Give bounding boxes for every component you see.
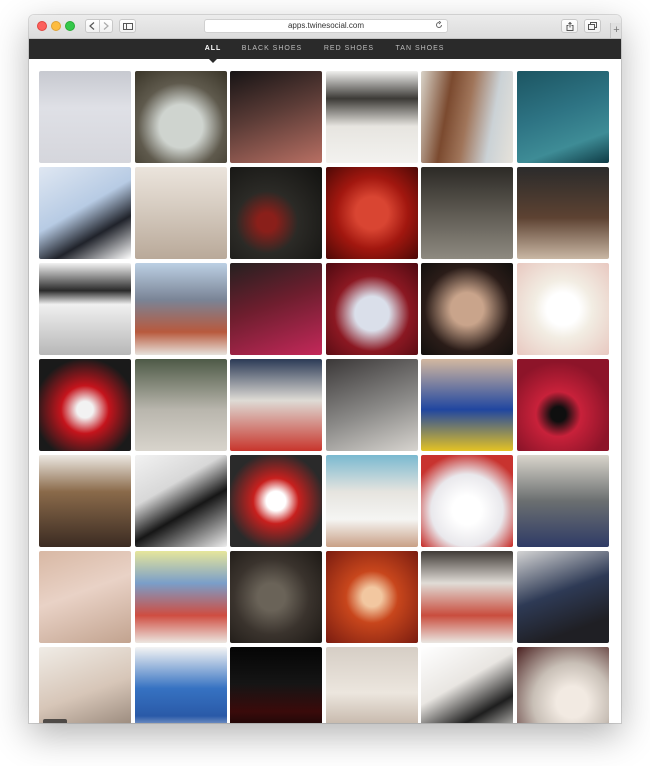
photo-tile[interactable] bbox=[230, 359, 322, 451]
photo-tile[interactable] bbox=[421, 359, 513, 451]
active-filter-indicator bbox=[209, 59, 217, 63]
share-icon[interactable] bbox=[561, 19, 578, 33]
forward-icon[interactable] bbox=[98, 20, 113, 32]
photo-tile[interactable] bbox=[134, 647, 227, 723]
photo-tile[interactable] bbox=[421, 71, 513, 163]
photo-tile[interactable] bbox=[39, 359, 131, 451]
photo-tile[interactable] bbox=[134, 263, 227, 355]
photo-tile[interactable] bbox=[516, 455, 609, 547]
address-bar[interactable]: apps.twinesocial.com bbox=[204, 19, 448, 33]
photo-tile[interactable] bbox=[421, 551, 513, 643]
photo-tile[interactable] bbox=[39, 647, 131, 723]
photo-tile[interactable] bbox=[516, 263, 609, 355]
photo-tile[interactable] bbox=[39, 455, 131, 547]
photo-tile[interactable] bbox=[421, 167, 513, 259]
photo-tile[interactable] bbox=[516, 647, 609, 723]
photo-tile[interactable] bbox=[325, 359, 418, 451]
photo-tile[interactable] bbox=[325, 455, 418, 547]
photo-tile[interactable] bbox=[134, 551, 227, 643]
minimize-window-button[interactable] bbox=[51, 21, 61, 31]
sidebar-icon[interactable] bbox=[119, 19, 136, 33]
photo-tile[interactable] bbox=[39, 263, 131, 355]
browser-toolbar: apps.twinesocial.com + bbox=[29, 15, 621, 39]
photo-tile[interactable] bbox=[39, 167, 131, 259]
photo-tile[interactable] bbox=[421, 263, 513, 355]
new-tab-icon[interactable]: + bbox=[610, 23, 621, 38]
back-icon[interactable] bbox=[86, 20, 99, 32]
photo-tile[interactable] bbox=[516, 71, 609, 163]
tabs-icon[interactable] bbox=[584, 19, 601, 33]
photo-tile[interactable] bbox=[230, 167, 322, 259]
photo-tile[interactable] bbox=[325, 71, 418, 163]
twine-logo-badge[interactable] bbox=[43, 719, 67, 723]
photo-tile[interactable] bbox=[230, 647, 322, 723]
reload-icon[interactable] bbox=[435, 20, 443, 33]
photo-tile[interactable] bbox=[516, 167, 609, 259]
photo-tile[interactable] bbox=[421, 455, 513, 547]
photo-tile[interactable] bbox=[325, 263, 418, 355]
photo-tile[interactable] bbox=[325, 551, 418, 643]
photo-tile[interactable] bbox=[134, 359, 227, 451]
photo-tile[interactable] bbox=[230, 455, 322, 547]
photo-tile[interactable] bbox=[516, 551, 609, 643]
photo-tile[interactable] bbox=[421, 647, 513, 723]
zoom-window-button[interactable] bbox=[65, 21, 75, 31]
photo-tile[interactable] bbox=[230, 263, 322, 355]
photo-tile[interactable] bbox=[39, 71, 131, 163]
close-window-button[interactable] bbox=[37, 21, 47, 31]
photo-tile[interactable] bbox=[516, 359, 609, 451]
photo-tile[interactable] bbox=[325, 167, 418, 259]
photo-tile[interactable] bbox=[134, 167, 227, 259]
photo-tile[interactable] bbox=[230, 551, 322, 643]
history-nav-buttons bbox=[85, 19, 113, 33]
filter-red-shoes[interactable]: RED SHOES bbox=[319, 39, 379, 59]
filter-tan-shoes[interactable]: TAN SHOES bbox=[389, 39, 451, 59]
filter-black-shoes[interactable]: BLACK SHOES bbox=[235, 39, 309, 59]
browser-window: apps.twinesocial.com + ALL BLACK SHOES R… bbox=[29, 15, 621, 723]
address-text: apps.twinesocial.com bbox=[287, 21, 365, 30]
photo-tile[interactable] bbox=[39, 551, 131, 643]
photo-tile[interactable] bbox=[134, 455, 227, 547]
photo-tile[interactable] bbox=[325, 647, 418, 723]
filter-bar: ALL BLACK SHOES RED SHOES TAN SHOES bbox=[29, 39, 621, 59]
photo-tile[interactable] bbox=[134, 71, 227, 163]
filter-all[interactable]: ALL bbox=[197, 39, 229, 59]
photo-grid bbox=[39, 71, 612, 723]
photo-tile[interactable] bbox=[230, 71, 322, 163]
